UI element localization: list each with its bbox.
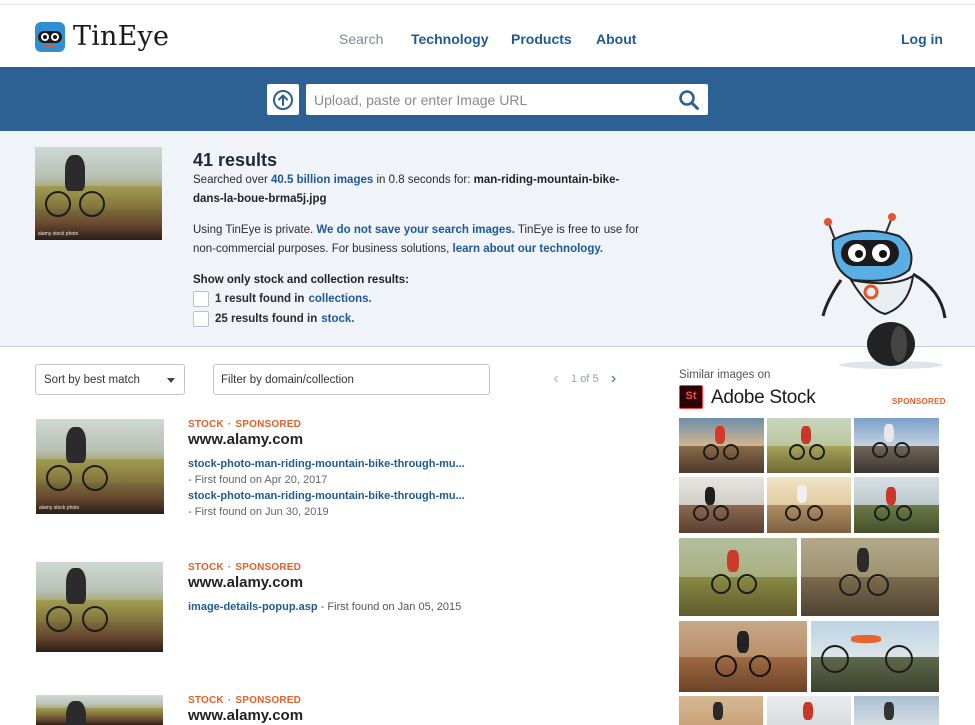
result-thumbnail[interactable]: alamy stock photo [36, 419, 164, 514]
result-first-found: - First found on Apr 20, 2017 [188, 474, 328, 486]
stock-image[interactable] [679, 477, 764, 533]
adobe-stock-brand[interactable]: Adobe Stock [711, 387, 816, 409]
search-button[interactable] [675, 86, 703, 113]
adobe-stock-logo-icon[interactable]: St [679, 385, 703, 409]
filter-heading: Show only stock and collection results: [193, 274, 409, 286]
collections-link[interactable]: collections. [308, 293, 371, 305]
result-tags: STOCK · SPONSORED [188, 695, 302, 706]
site-header: TinEye Search Technology Products About … [0, 5, 975, 67]
stock-image[interactable] [854, 696, 939, 725]
technology-link[interactable]: learn about our technology. [453, 243, 604, 255]
stock-image[interactable] [679, 538, 797, 616]
result-domain[interactable]: www.alamy.com [188, 574, 303, 591]
collections-checkbox[interactable] [193, 291, 209, 307]
nav-search[interactable]: Search [339, 31, 383, 47]
search-details: Searched over 40.5 billion images in 0.8… [193, 174, 620, 205]
search-band [0, 67, 975, 131]
stock-checkbox[interactable] [193, 311, 209, 327]
upload-button[interactable] [267, 84, 299, 115]
caret-down-icon [167, 378, 175, 383]
privacy-link[interactable]: We do not save your search images. [316, 224, 515, 236]
robot-mascot-icon [821, 213, 947, 369]
tineye-robot-icon [35, 21, 65, 52]
nav-technology[interactable]: Technology [411, 31, 489, 47]
stock-link[interactable]: stock. [321, 313, 354, 325]
result-first-found: - First found on Jun 30, 2019 [188, 506, 329, 518]
privacy-notice: Using TinEye is private. We do not save … [193, 224, 639, 255]
stock-image[interactable] [679, 696, 763, 725]
similar-images-label: Similar images on [679, 369, 771, 381]
nav-about[interactable]: About [596, 31, 636, 47]
image-url-input[interactable] [306, 84, 708, 115]
nav-products[interactable]: Products [511, 31, 572, 47]
stock-image[interactable] [767, 696, 851, 725]
sponsored-badge: SPONSORED [892, 397, 946, 406]
thumbnail-watermark: alamy stock photo [39, 505, 80, 511]
sort-dropdown[interactable]: Sort by best match [35, 364, 185, 395]
stock-image[interactable] [801, 538, 939, 616]
upload-arrow-icon [273, 89, 293, 110]
thumbnail-watermark: alamy stock photo [38, 231, 79, 237]
result-domain[interactable]: www.alamy.com [188, 431, 303, 448]
result-match-link[interactable]: image-details-popup.asp - First found on… [188, 601, 461, 613]
collections-filter[interactable]: 1 result found in collections. [193, 291, 372, 307]
billion-images-link[interactable]: 40.5 billion images [271, 174, 373, 186]
search-icon [679, 89, 699, 110]
result-thumbnail[interactable] [36, 695, 163, 725]
login-link[interactable]: Log in [901, 31, 943, 47]
result-tags: STOCK · SPONSORED [188, 562, 302, 573]
page-indicator: 1 of 5 [571, 373, 599, 385]
stock-image[interactable] [679, 621, 807, 692]
result-thumbnail[interactable] [36, 562, 163, 652]
brand-name: TinEye [73, 21, 170, 52]
stock-image[interactable] [767, 477, 851, 533]
sort-value: Sort by best match [44, 374, 140, 386]
pagination: ‹ 1 of 5 › [549, 370, 621, 388]
tineye-logo[interactable]: TinEye [35, 21, 169, 52]
domain-filter-input[interactable] [213, 364, 490, 395]
result-match-link[interactable]: stock-photo-man-riding-mountain-bike-thr… [188, 490, 465, 502]
stock-image[interactable] [679, 418, 764, 473]
stock-image[interactable] [854, 477, 939, 533]
next-page-chevron-icon[interactable]: › [607, 370, 621, 388]
results-count-heading: 41 results [193, 150, 278, 170]
stock-image[interactable] [767, 418, 851, 473]
result-domain[interactable]: www.alamy.com [188, 707, 303, 724]
prev-page-chevron-icon[interactable]: ‹ [549, 370, 563, 388]
result-match-link[interactable]: stock-photo-man-riding-mountain-bike-thr… [188, 458, 465, 470]
stock-filter[interactable]: 25 results found in stock. [193, 311, 355, 327]
stock-image[interactable] [811, 621, 939, 692]
query-image-thumbnail[interactable]: alamy stock photo [35, 147, 162, 240]
stock-image[interactable] [854, 418, 939, 473]
result-tags: STOCK · SPONSORED [188, 419, 302, 430]
